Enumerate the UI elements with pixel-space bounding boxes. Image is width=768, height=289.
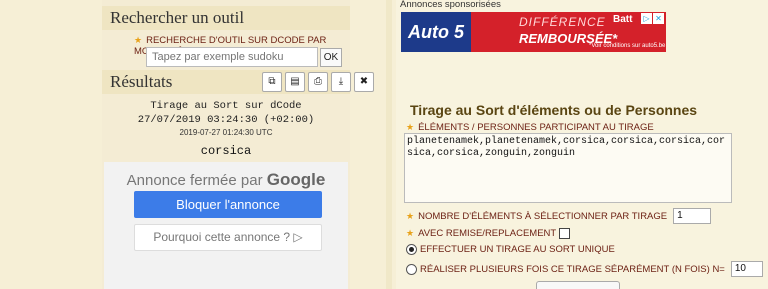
star-icon: ★ [406,122,415,132]
close-icon[interactable]: ✖ [354,72,374,92]
close-ad-icon[interactable]: ✕ [653,13,664,24]
save-icon[interactable]: ▤ [285,72,305,92]
elements-textarea[interactable]: planetenamek,planetenamek,corsica,corsic… [404,133,732,203]
star-icon: ★ [406,210,415,221]
ok-button[interactable]: OK [320,48,342,67]
single-draw-radio[interactable] [406,244,417,255]
elements-label: ★ ÉLÉMENTS / PERSONNES PARTICIPANT AU TIR… [406,122,654,133]
search-tool-heading: Rechercher un outil [102,6,350,30]
page-title: Tirage au Sort d'éléments ou de Personne… [410,102,698,118]
download-icon[interactable]: ⤓ [331,72,351,92]
block-ad-button[interactable]: Bloquer l'annonce [134,191,322,218]
multi-draw-input[interactable]: 10 [730,261,763,277]
column-divider [386,0,392,289]
result-utc: 2019-07-27 01:24:30 UTC [179,128,273,137]
count-row: ★ NOMBRE D'ÉLÉMENTS À SÉLECTIONNER PAR T… [406,208,712,224]
auto5-logo: Auto 5 [401,12,471,52]
replace-label: AVEC REMISE/REPLACEMENT [418,228,557,239]
result-header: Tirage au Sort sur dCode 27/07/2019 03:2… [102,99,350,127]
ad-banner[interactable]: Auto 5 DIFFÉRENCE REMBOURSÉE* Batt ▷ ✕ *… [401,12,666,52]
banner-partner: Batt [613,14,633,25]
replace-checkbox[interactable] [559,228,571,239]
why-ad-button[interactable]: Pourquoi cette annonce ? ▷ [134,224,322,251]
ad-closed-text: Annonce fermée par Google [104,170,348,190]
star-icon: ★ [134,35,143,45]
result-date: 27/07/2019 03:24:30 (+02:00) [137,114,315,126]
main-panel: Annonces sponsorisées Auto 5 DIFFÉRENCE … [396,0,768,289]
multi-draw-radio[interactable] [406,263,417,275]
adchoices-icon[interactable]: ▷ [641,13,652,24]
print-icon[interactable]: ⎙ [308,72,328,92]
result-word: corsica [200,144,252,158]
ad-closed-label: Annonce fermée par [126,172,263,189]
left-sidebar: Rechercher un outil ★ RECHERCHE D'OUTIL S… [102,0,374,289]
elements-label-text: ÉLÉMENTS / PERSONNES PARTICIPANT AU TIRA… [418,122,654,133]
replace-row: ★ AVEC REMISE/REPLACEMENT [406,228,571,239]
multi-draw-label: RÉALISER PLUSIEURS FOIS CE TIRAGE SÉPARÉ… [420,263,725,275]
google-logo: Google [266,170,326,189]
submit-button[interactable] [536,281,620,289]
sponsored-label: Annonces sponsorisées [400,0,501,10]
star-icon: ★ [406,228,415,238]
banner-fine-print: *Voir conditions sur auto5.be [589,43,666,49]
result-title: Tirage au Sort sur dCode [150,100,302,112]
search-input[interactable] [146,47,318,67]
multi-draw-row: RÉALISER PLUSIEURS FOIS CE TIRAGE SÉPARÉ… [406,261,763,277]
banner-line1: DIFFÉRENCE [519,15,606,29]
count-input[interactable]: 1 [673,208,712,224]
single-draw-label: EFFECTUER UN TIRAGE AU SORT UNIQUE [420,244,615,255]
result-toolbar: ⧉ ▤ ⎙ ⤓ ✖ [262,72,374,92]
copy-icon[interactable]: ⧉ [262,72,282,92]
ad-choices: ▷ ✕ [641,13,664,24]
closed-ad: Annonce fermée par Google Bloquer l'anno… [104,162,348,289]
count-label: NOMBRE D'ÉLÉMENTS À SÉLECTIONNER PAR TIR… [418,210,668,222]
single-draw-row: EFFECTUER UN TIRAGE AU SORT UNIQUE [406,244,615,255]
page: Rechercher un outil ★ RECHERCHE D'OUTIL S… [0,0,768,289]
